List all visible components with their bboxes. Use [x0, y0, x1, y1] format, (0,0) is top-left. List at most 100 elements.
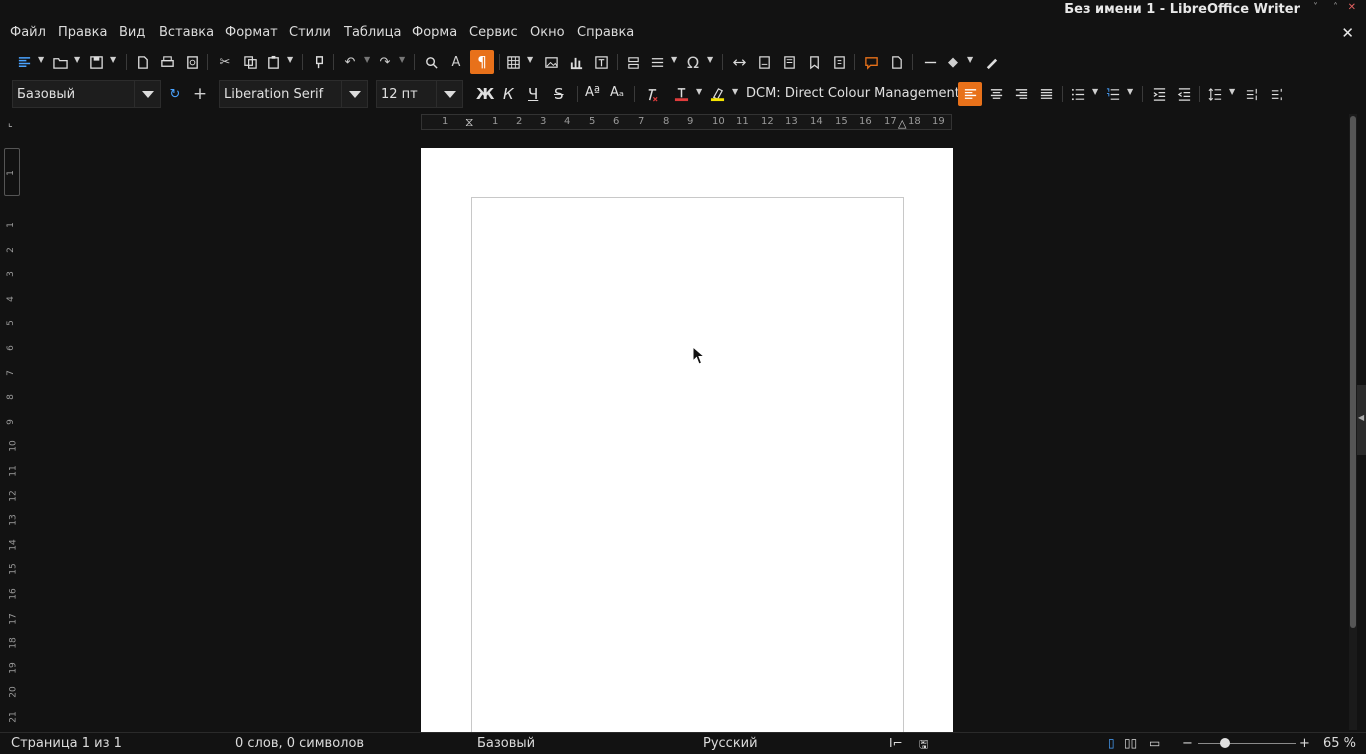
track-changes-icon[interactable] [887, 53, 905, 71]
draw-function-icon[interactable] [982, 53, 1000, 71]
minimize-button[interactable]: ˅ [1313, 2, 1318, 13]
insert-page-break-icon[interactable] [624, 53, 642, 71]
menu-format[interactable]: Формат [225, 25, 278, 40]
zoom-level[interactable]: 65 % [1323, 736, 1356, 751]
redo-icon[interactable]: ↷ [376, 53, 394, 71]
line-spacing-dropdown-icon[interactable]: ▼ [1229, 87, 1235, 96]
font-size-combo[interactable]: 12 пт [376, 80, 463, 108]
document-close-icon[interactable]: ✕ [1341, 24, 1354, 42]
bold-button[interactable]: Ж [476, 85, 494, 103]
underline-button[interactable]: Ч [528, 85, 538, 103]
clear-formatting-icon[interactable] [642, 85, 660, 103]
formatting-marks-icon[interactable]: ¶ [470, 50, 494, 74]
update-style-icon[interactable]: ↻ [166, 85, 184, 103]
paste-dropdown-icon[interactable]: ▼ [287, 55, 293, 64]
menu-insert[interactable]: Вставка [159, 25, 214, 40]
insert-hyperlink-icon[interactable] [730, 53, 748, 71]
new-dropdown-icon[interactable]: ▼ [38, 55, 44, 64]
new-document-icon[interactable] [15, 53, 33, 71]
insert-image-icon[interactable] [542, 53, 560, 71]
superscript-button[interactable]: Aª [585, 85, 600, 100]
font-name-combo[interactable]: Liberation Serif [219, 80, 368, 108]
align-center-icon[interactable] [987, 85, 1005, 103]
chevron-down-icon[interactable] [436, 81, 462, 107]
dcm-label[interactable]: DCM: Direct Colour Management [746, 86, 960, 101]
menu-styles[interactable]: Стили [289, 25, 331, 40]
multi-page-view-icon[interactable]: ▯▯ [1124, 736, 1137, 750]
undo-dropdown-icon[interactable]: ▼ [364, 55, 370, 64]
highlight-dropdown-icon[interactable]: ▼ [732, 87, 738, 96]
window-close-button[interactable]: ✕ [1348, 2, 1356, 13]
insert-comment-icon[interactable] [862, 53, 880, 71]
menu-table[interactable]: Таблица [344, 25, 402, 40]
document-modified-icon[interactable]: 🖫 [919, 736, 928, 754]
insert-bookmark-icon[interactable] [805, 53, 823, 71]
menu-window[interactable]: Окно [530, 25, 565, 40]
chevron-down-icon[interactable] [134, 81, 160, 107]
scrollbar-thumb[interactable] [1350, 116, 1356, 628]
subscript-button[interactable]: Aₐ [610, 85, 624, 100]
special-character-icon[interactable]: Ω [684, 53, 702, 72]
vertical-scrollbar[interactable] [1349, 114, 1357, 730]
menu-view[interactable]: Вид [119, 25, 145, 40]
decrease-paragraph-spacing-icon[interactable] [1268, 85, 1286, 103]
strikethrough-button[interactable]: S [554, 85, 564, 103]
basic-shapes-icon[interactable]: ◆ [944, 53, 962, 71]
line-spacing-icon[interactable] [1206, 85, 1224, 103]
copy-icon[interactable] [241, 53, 259, 71]
paste-icon[interactable] [264, 53, 282, 71]
single-page-view-icon[interactable]: ▯ [1108, 736, 1115, 750]
paragraph-style-combo[interactable]: Базовый [12, 80, 161, 108]
tab-stop-selector-icon[interactable]: ⌞ [8, 118, 13, 129]
font-color-icon[interactable] [672, 85, 690, 103]
insert-line-icon[interactable] [921, 53, 939, 71]
align-right-icon[interactable] [1012, 85, 1030, 103]
print-preview-icon[interactable] [183, 53, 201, 71]
increase-paragraph-spacing-icon[interactable] [1243, 85, 1261, 103]
zoom-in-button[interactable]: + [1299, 736, 1310, 751]
horizontal-ruler[interactable]: 1 1 2 3 4 5 6 7 8 9 10 11 12 13 14 15 16 17 18 19 ⧖ △ [421, 114, 952, 130]
zoom-out-button[interactable]: − [1182, 736, 1193, 751]
insert-footnote-icon[interactable] [755, 53, 773, 71]
menu-form[interactable]: Форма [412, 25, 457, 40]
insert-field-icon[interactable] [648, 53, 666, 71]
menu-tools[interactable]: Сервис [469, 25, 518, 40]
align-left-icon[interactable] [958, 82, 982, 106]
open-dropdown-icon[interactable]: ▼ [74, 55, 80, 64]
save-dropdown-icon[interactable]: ▼ [110, 55, 116, 64]
menu-help[interactable]: Справка [577, 25, 634, 40]
zoom-slider[interactable] [1198, 743, 1296, 744]
italic-button[interactable]: К [503, 85, 514, 103]
left-indent-marker-icon[interactable]: ⧖ [465, 115, 473, 130]
menu-edit[interactable]: Правка [58, 25, 107, 40]
zoom-slider-knob[interactable] [1220, 738, 1231, 748]
insert-endnote-icon[interactable] [780, 53, 798, 71]
font-color-dropdown-icon[interactable]: ▼ [696, 87, 702, 96]
page-count[interactable]: Страница 1 из 1 [11, 736, 122, 751]
text-area[interactable] [471, 197, 904, 737]
open-folder-icon[interactable] [51, 53, 69, 71]
right-indent-marker-icon[interactable]: △ [898, 117, 906, 130]
cut-icon[interactable]: ✂ [216, 53, 234, 71]
word-count[interactable]: 0 слов, 0 символов [235, 736, 364, 751]
find-replace-icon[interactable] [422, 53, 440, 71]
decrease-indent-icon[interactable] [1175, 85, 1193, 103]
ordered-list-icon[interactable] [1104, 85, 1122, 103]
clone-formatting-icon[interactable] [310, 53, 328, 71]
spellcheck-icon[interactable]: A [447, 53, 465, 71]
undo-icon[interactable]: ↶ [341, 53, 359, 71]
book-view-icon[interactable]: ▭ [1149, 736, 1160, 750]
insert-textbox-icon[interactable] [592, 53, 610, 71]
unordered-list-dropdown-icon[interactable]: ▼ [1092, 87, 1098, 96]
language[interactable]: Русский [703, 736, 758, 751]
table-dropdown-icon[interactable]: ▼ [527, 55, 533, 64]
save-icon[interactable] [87, 53, 105, 71]
sidebar-toggle[interactable]: ◀ [1357, 385, 1366, 455]
print-icon[interactable] [158, 53, 176, 71]
redo-dropdown-icon[interactable]: ▼ [399, 55, 405, 64]
justify-icon[interactable] [1037, 85, 1055, 103]
chevron-down-icon[interactable] [341, 81, 367, 107]
increase-indent-icon[interactable] [1150, 85, 1168, 103]
insert-cross-reference-icon[interactable] [830, 53, 848, 71]
special-char-dropdown-icon[interactable]: ▼ [707, 55, 713, 64]
